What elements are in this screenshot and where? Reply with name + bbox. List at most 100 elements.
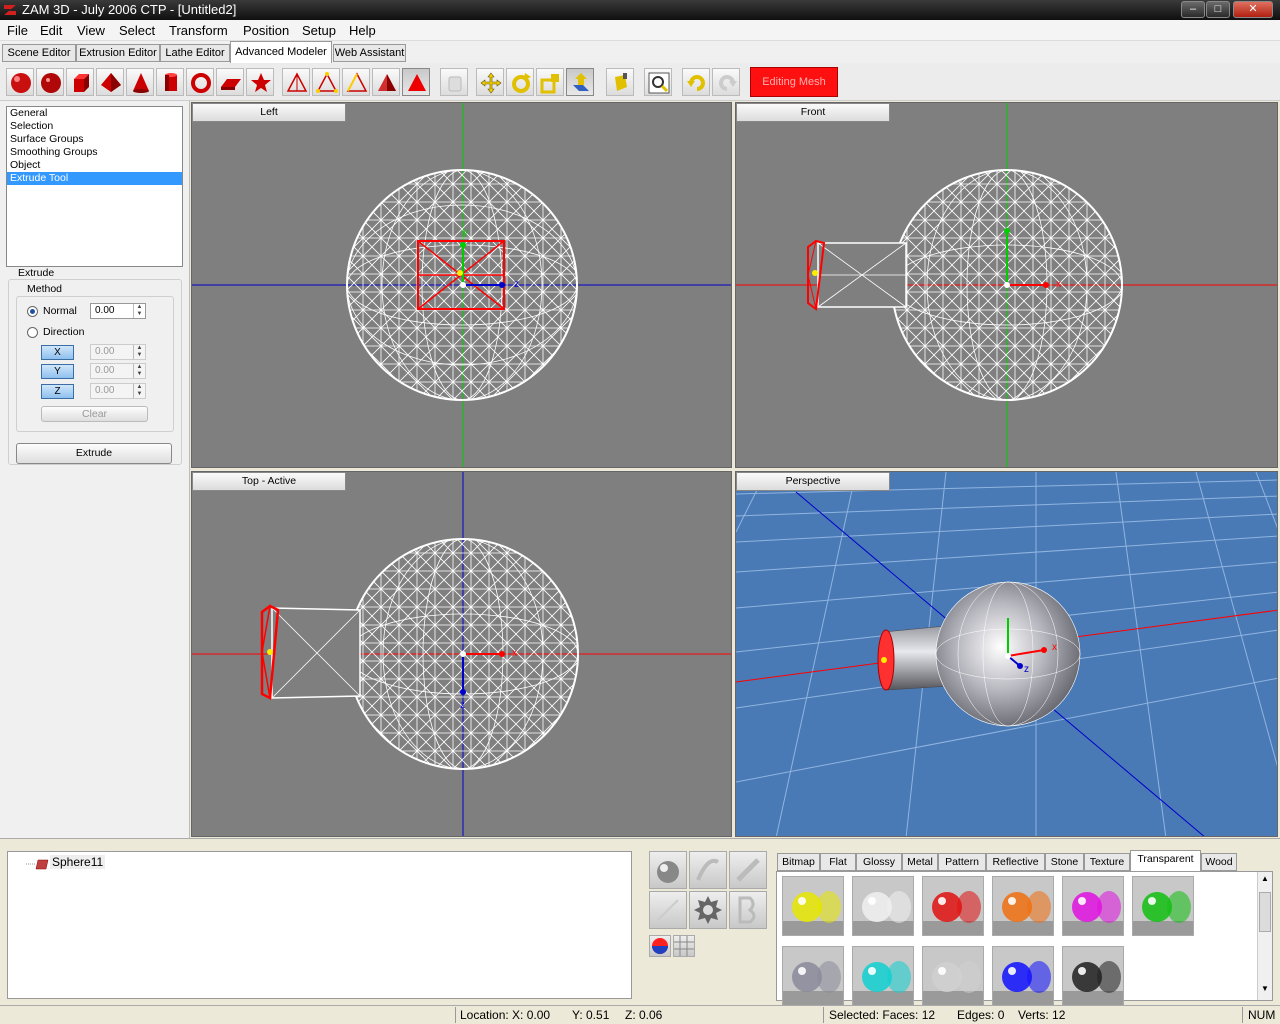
direction-y-button[interactable]: Y: [41, 364, 74, 379]
material-swatch[interactable]: [852, 876, 914, 936]
tab-advanced-modeler[interactable]: Advanced Modeler: [230, 41, 332, 63]
normal-radio[interactable]: [27, 306, 38, 317]
paint-tool-button[interactable]: [606, 68, 634, 96]
tab-lathe-editor[interactable]: Lathe Editor: [160, 44, 230, 62]
material-swatch[interactable]: [922, 946, 984, 1006]
material-tab-reflective[interactable]: Reflective: [986, 853, 1045, 871]
sphere-primitive-button[interactable]: [6, 68, 34, 96]
material-tab-wood[interactable]: Wood: [1201, 853, 1237, 871]
ghost-tool-button[interactable]: [440, 68, 468, 96]
direction-z-input[interactable]: 0.00 ▲ ▼: [90, 383, 146, 399]
material-tab-flat[interactable]: Flat: [820, 853, 856, 871]
material-tab-metal[interactable]: Metal: [902, 853, 938, 871]
material-tab-stone[interactable]: Stone: [1045, 853, 1084, 871]
material-swatch[interactable]: [782, 876, 844, 936]
maximize-button[interactable]: □: [1206, 1, 1230, 18]
property-item-object[interactable]: Object: [7, 159, 182, 172]
material-tab-bitmap[interactable]: Bitmap: [777, 853, 820, 871]
direction-radio[interactable]: [27, 327, 38, 338]
property-item-general[interactable]: General: [7, 107, 182, 120]
grid-toggle-button[interactable]: [673, 935, 695, 957]
undo-button[interactable]: [682, 68, 710, 96]
menu-position[interactable]: Position: [243, 23, 289, 38]
cube-primitive-button[interactable]: [66, 68, 94, 96]
scroll-down-icon[interactable]: ▼: [1259, 984, 1271, 996]
spin-down-icon[interactable]: ▼: [137, 352, 143, 358]
material-tab-texture[interactable]: Texture: [1084, 853, 1130, 871]
property-item-smoothing-groups[interactable]: Smoothing Groups: [7, 146, 182, 159]
property-item-surface-groups[interactable]: Surface Groups: [7, 133, 182, 146]
direction-y-input[interactable]: 0.00 ▲ ▼: [90, 363, 146, 379]
polygon-mode-button[interactable]: [372, 68, 400, 96]
viewport-front[interactable]: Front x: [735, 102, 1278, 468]
material-swatch[interactable]: [1062, 946, 1124, 1006]
menu-help[interactable]: Help: [349, 23, 376, 38]
material-swatch[interactable]: [1062, 876, 1124, 936]
property-item-extrude-tool[interactable]: Extrude Tool: [7, 172, 182, 185]
direction-x-input[interactable]: 0.00 ▲ ▼: [90, 344, 146, 360]
normal-value-input[interactable]: 0.00 ▲ ▼: [90, 303, 146, 319]
gear-tool-button[interactable]: [689, 891, 727, 929]
tab-extrusion-editor[interactable]: Extrusion Editor: [76, 44, 160, 62]
move-tool-button[interactable]: [476, 68, 504, 96]
menu-setup[interactable]: Setup: [302, 23, 336, 38]
torus-primitive-button[interactable]: [186, 68, 214, 96]
star-primitive-button[interactable]: [246, 68, 274, 96]
edge-mode-button[interactable]: [342, 68, 370, 96]
viewport-top[interactable]: Top - Active x z: [191, 471, 732, 837]
object-mode-button[interactable]: [402, 68, 430, 96]
spin-arrows-icon[interactable]: ▲ ▼: [133, 345, 145, 359]
editing-mesh-indicator[interactable]: Editing Mesh: [750, 67, 838, 97]
redo-button[interactable]: [712, 68, 740, 96]
plane-primitive-button[interactable]: [216, 68, 244, 96]
spin-arrows-icon[interactable]: ▲ ▼: [133, 384, 145, 398]
spin-arrows-icon[interactable]: ▲ ▼: [133, 364, 145, 378]
material-tab-pattern[interactable]: Pattern: [938, 853, 986, 871]
material-swatch[interactable]: [992, 946, 1054, 1006]
close-button[interactable]: ✕: [1233, 1, 1273, 18]
spin-down-icon[interactable]: ▼: [137, 311, 143, 317]
spin-up-icon[interactable]: ▲: [137, 345, 143, 351]
spin-up-icon[interactable]: ▲: [137, 304, 143, 310]
direction-z-button[interactable]: Z: [41, 384, 74, 399]
clear-button[interactable]: Clear: [41, 406, 148, 422]
scroll-thumb[interactable]: [1259, 892, 1271, 932]
lighting-tool-button[interactable]: [649, 851, 687, 889]
pyramid-primitive-button[interactable]: [96, 68, 124, 96]
spin-down-icon[interactable]: ▼: [137, 371, 143, 377]
property-item-selection[interactable]: Selection: [7, 120, 182, 133]
menu-transform[interactable]: Transform: [169, 23, 228, 38]
cone-primitive-button[interactable]: [126, 68, 154, 96]
material-swatch[interactable]: [1132, 876, 1194, 936]
scene-item-sphere11[interactable]: Sphere11: [50, 855, 106, 869]
scroll-up-icon[interactable]: ▲: [1259, 874, 1271, 886]
texture-tool-button[interactable]: [649, 891, 687, 929]
tab-scene-editor[interactable]: Scene Editor: [2, 44, 76, 62]
spin-down-icon[interactable]: ▼: [137, 391, 143, 397]
zoom-tool-button[interactable]: [644, 68, 672, 96]
material-tab-glossy[interactable]: Glossy: [856, 853, 902, 871]
extrude-tool-button[interactable]: [566, 68, 594, 96]
spin-arrows-icon[interactable]: ▲ ▼: [133, 304, 145, 318]
viewport-left[interactable]: Left y z: [191, 102, 732, 468]
material-scrollbar[interactable]: ▲ ▼: [1257, 872, 1272, 1000]
face-mode-button[interactable]: [282, 68, 310, 96]
bevel-tool-button[interactable]: [689, 851, 727, 889]
material-swatch[interactable]: [782, 946, 844, 1006]
extrude-button[interactable]: Extrude: [16, 443, 172, 464]
spin-up-icon[interactable]: ▲: [137, 364, 143, 370]
tab-web-assistant[interactable]: Web Assistant: [333, 44, 406, 62]
menu-select[interactable]: Select: [119, 23, 155, 38]
material-swatch[interactable]: [852, 946, 914, 1006]
minimize-button[interactable]: –: [1181, 1, 1205, 18]
animation-tool-button[interactable]: [729, 851, 767, 889]
menu-view[interactable]: View: [77, 23, 105, 38]
rotate-tool-button[interactable]: [506, 68, 534, 96]
material-ball-button[interactable]: [649, 935, 671, 957]
material-tab-transparent[interactable]: Transparent: [1130, 850, 1201, 871]
scale-tool-button[interactable]: [536, 68, 564, 96]
direction-x-button[interactable]: X: [41, 345, 74, 360]
viewport-perspective[interactable]: Perspective x z: [735, 471, 1278, 837]
material-swatch[interactable]: [922, 876, 984, 936]
material-swatch[interactable]: [992, 876, 1054, 936]
